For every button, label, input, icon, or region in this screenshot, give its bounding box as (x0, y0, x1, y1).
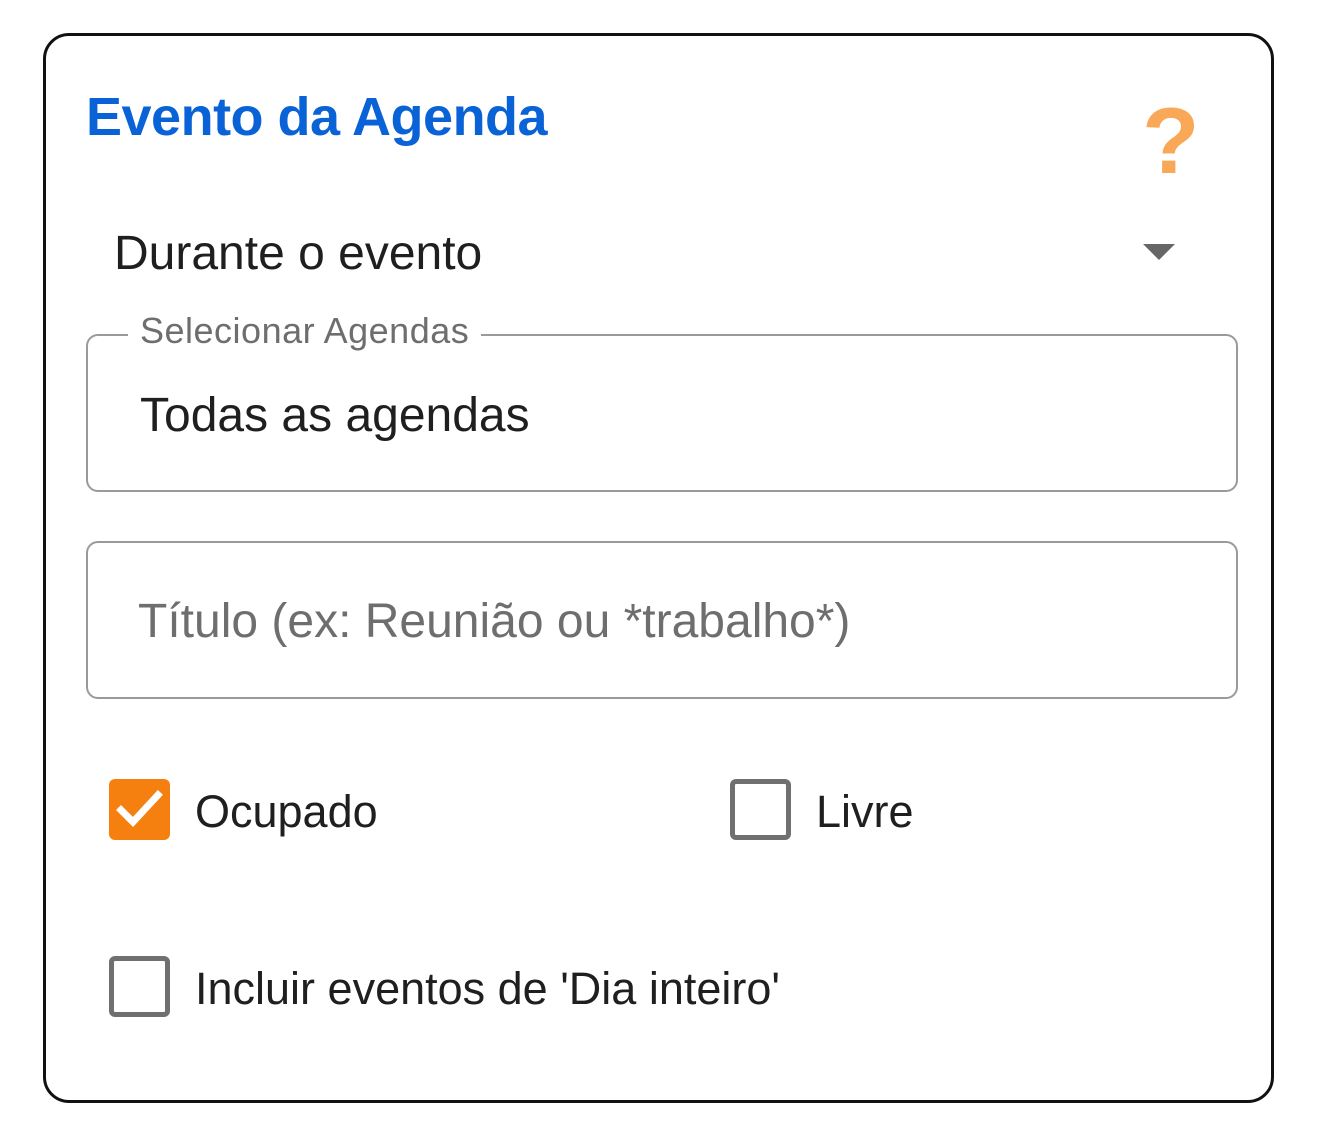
busy-checkbox-box[interactable] (109, 779, 170, 840)
event-timing-selected: Durante o evento (114, 227, 483, 280)
event-timing-dropdown[interactable]: Durante o evento (86, 216, 1186, 296)
checkmark-icon (116, 790, 163, 828)
all-day-checkbox-box[interactable] (109, 956, 170, 1017)
calendars-select-field[interactable]: Selecionar Agendas Todas as agendas (86, 310, 1238, 492)
free-checkbox-label: Livre (816, 786, 914, 837)
caret-down-icon (1143, 244, 1175, 260)
panel-title: Evento da Agenda (86, 87, 548, 147)
calendar-event-panel: Evento da Agenda ? Durante o evento Sele… (43, 33, 1274, 1103)
event-title-input[interactable] (138, 581, 1178, 661)
question-mark-icon[interactable]: ? (1142, 94, 1199, 188)
calendars-field-value: Todas as agendas (140, 389, 530, 442)
calendars-field-label: Selecionar Agendas (128, 310, 482, 352)
busy-checkbox-label: Ocupado (195, 786, 378, 837)
event-title-field (86, 541, 1238, 699)
all-day-checkbox-label: Incluir eventos de 'Dia inteiro' (195, 963, 780, 1014)
free-checkbox-box[interactable] (730, 779, 791, 840)
